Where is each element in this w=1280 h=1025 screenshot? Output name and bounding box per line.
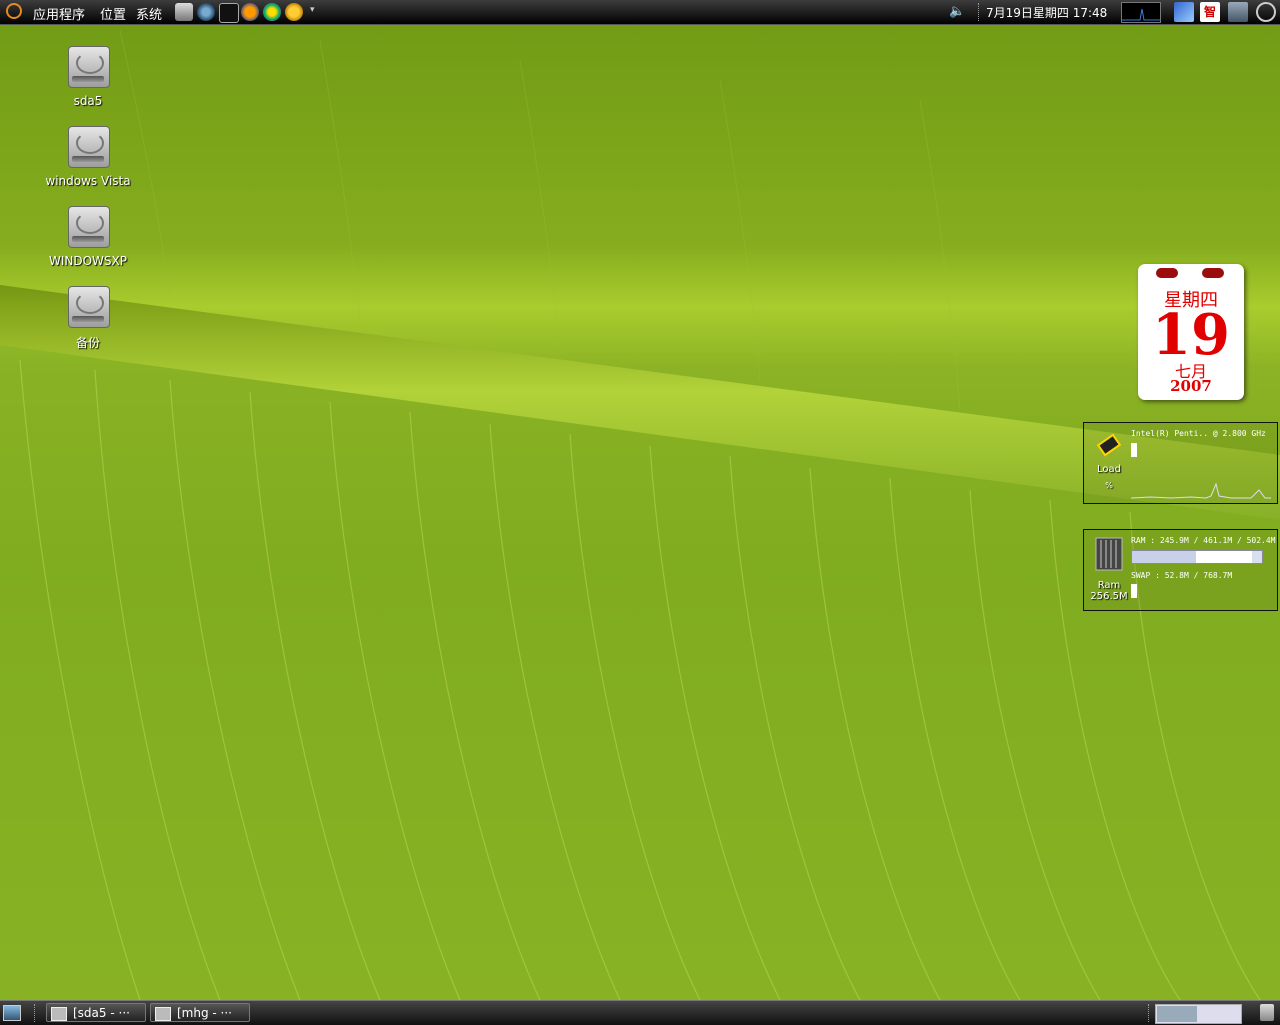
menu-applications[interactable]: 应用程序 <box>33 4 85 23</box>
panel-separator <box>34 1004 37 1022</box>
ram-used-fill <box>1132 551 1196 563</box>
desktop-icon-label: 备份 <box>75 336 100 350</box>
desktop-icon-label: WINDOWSXP <box>48 254 127 268</box>
input-method-icon[interactable]: 智 <box>1200 2 1220 22</box>
taskbar-item-mhg[interactable]: [mhg - ··· <box>150 1003 250 1022</box>
swap-usage-bar <box>1131 584 1137 598</box>
cpu-chip-icon <box>1096 431 1122 457</box>
cpu-monitor-widget[interactable]: Intel(R) Penti.. @ 2.800 GHz Load % <box>1083 422 1278 504</box>
cpu-load-bar <box>1131 443 1137 457</box>
cpu-load-percent: % <box>1105 481 1113 490</box>
top-panel: 应用程序 位置 系统 ▾ 🔈 7月19日星期四 17:48 智 <box>0 0 1280 25</box>
workspace-switcher[interactable] <box>1155 1004 1242 1024</box>
calendar-year: 2007 <box>1170 377 1212 395</box>
harddisk-icon <box>68 46 110 90</box>
ram-usage-text: RAM : 245.9M / 461.1M / 502.4M <box>1131 536 1276 545</box>
cpu-name: Intel(R) Penti.. @ 2.800 GHz <box>1131 429 1266 438</box>
ram-label: Ram <box>1097 580 1121 591</box>
calendar-widget[interactable]: 星期四 19 七月 2007 <box>1138 264 1244 400</box>
calendar-ring-right <box>1202 268 1224 278</box>
network-icon[interactable] <box>1228 2 1248 22</box>
network-browser-icon[interactable] <box>197 3 215 21</box>
desktop-icon-sda5[interactable]: sda5 <box>40 46 136 108</box>
harddisk-icon <box>68 286 110 330</box>
volume-icon[interactable]: 🔈 <box>949 4 965 19</box>
ram-monitor-widget[interactable]: RAM : 245.9M / 461.1M / 502.4M SWAP : 52… <box>1083 529 1278 611</box>
taskbar-item-label: [sda5 - ··· <box>73 1006 130 1020</box>
launcher-overflow-arrow-icon[interactable]: ▾ <box>310 5 315 15</box>
help-launcher-icon[interactable] <box>175 3 193 21</box>
cpu-frequency-mini-graph[interactable] <box>1121 2 1161 23</box>
ubuntu-logo-icon[interactable] <box>6 3 22 19</box>
show-desktop-icon[interactable] <box>3 1005 21 1021</box>
email-launcher-icon[interactable] <box>285 3 303 21</box>
folder-window-icon <box>155 1007 171 1021</box>
desktop-icon-label: sda5 <box>73 94 103 108</box>
ram-value: 256.5M <box>1090 591 1128 602</box>
terminal-launcher-icon[interactable] <box>219 3 239 23</box>
cpu-mini-graph <box>1122 8 1160 21</box>
leaf-veins <box>0 29 1280 1024</box>
image-editor-launcher-icon[interactable] <box>263 3 281 21</box>
calendar-day: 19 <box>1152 302 1230 368</box>
menu-system[interactable]: 系统 <box>136 4 162 23</box>
taskbar-item-label: [mhg - ··· <box>177 1006 232 1020</box>
taskbar-item-sda5[interactable]: [sda5 - ··· <box>46 1003 146 1022</box>
harddisk-icon <box>68 126 110 170</box>
cpu-load-graph <box>1131 482 1271 499</box>
panel-separator <box>978 3 981 21</box>
wallpaper <box>0 0 1280 1024</box>
desktop-icon-windowsxp[interactable]: WINDOWSXP <box>40 206 136 268</box>
desktop-icon-label: windows Vista <box>45 174 131 188</box>
swap-usage-text: SWAP : 52.8M / 768.7M <box>1131 571 1233 580</box>
folder-window-icon <box>51 1007 67 1021</box>
power-button-icon[interactable] <box>1256 2 1276 22</box>
cpu-load-label: Load <box>1097 464 1121 475</box>
harddisk-icon <box>68 206 110 250</box>
clock[interactable]: 7月19日星期四 17:48 <box>986 4 1107 21</box>
firefox-launcher-icon[interactable] <box>241 3 259 21</box>
trash-icon[interactable] <box>1260 1004 1274 1021</box>
desktop-icon-windows-vista[interactable]: windows Vista <box>40 126 136 188</box>
bottom-panel: [sda5 - ··· [mhg - ··· <box>0 1000 1280 1025</box>
ram-usage-bar <box>1131 550 1263 564</box>
menu-places[interactable]: 位置 <box>100 4 126 23</box>
panel-separator <box>1148 1004 1151 1022</box>
desktop-icon-backup[interactable]: 备份 <box>40 286 136 351</box>
workspace-active[interactable] <box>1157 1006 1197 1022</box>
ram-chip-icon <box>1092 536 1124 571</box>
calendar-ring-left <box>1156 268 1178 278</box>
update-notifier-icon[interactable] <box>1174 2 1194 22</box>
